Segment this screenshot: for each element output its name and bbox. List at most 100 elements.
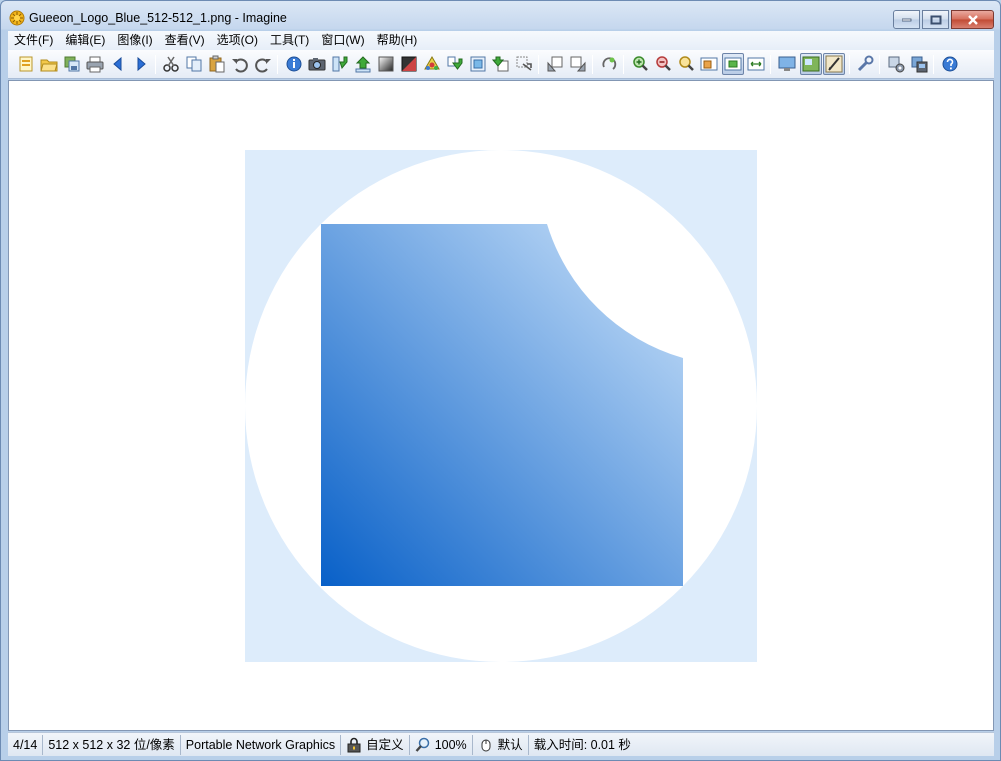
color-adjust-button[interactable]	[423, 55, 441, 73]
flip-left-icon	[547, 56, 563, 72]
settings-button[interactable]	[856, 55, 874, 73]
thumbnail-view-button[interactable]	[800, 53, 822, 75]
status-mode-label: 自定义	[366, 737, 404, 752]
fit-width-icon	[747, 57, 765, 71]
move-up-button[interactable]	[354, 55, 372, 73]
convert-icon	[447, 56, 463, 70]
flip-right-button[interactable]	[569, 55, 587, 73]
thumbnail-view-icon	[802, 56, 820, 72]
negative-icon	[401, 56, 417, 72]
fit-window-button[interactable]	[700, 55, 718, 73]
color-palette-icon	[424, 56, 440, 70]
menu-bar: 文件(F) 编辑(E) 图像(I) 查看(V) 选项(O) 工具(T) 窗口(W…	[8, 31, 994, 50]
menu-edit[interactable]: 编辑(E)	[59, 31, 111, 50]
status-mouse: 默认	[473, 734, 529, 755]
next-button[interactable]	[132, 55, 150, 73]
previous-button[interactable]	[109, 55, 127, 73]
zoom-custom-button[interactable]	[677, 55, 695, 73]
slideshow-button[interactable]	[469, 55, 487, 73]
status-dimensions: 512 x 512 x 32 位/像素	[43, 734, 181, 755]
scissors-icon	[163, 56, 179, 72]
batch-button[interactable]	[491, 55, 510, 73]
image-viewer[interactable]	[8, 80, 994, 731]
status-zoom: 100%	[410, 734, 473, 755]
rotate-button[interactable]	[600, 55, 618, 73]
toolbar-separator	[277, 55, 278, 74]
status-mouse-label: 默认	[497, 737, 523, 752]
menu-image[interactable]: 图像(I)	[111, 31, 158, 50]
convert-button[interactable]	[446, 55, 464, 73]
batch-icon	[491, 56, 509, 72]
menu-window[interactable]: 窗口(W)	[315, 31, 370, 50]
status-bar: 4/14 512 x 512 x 32 位/像素 Portable Networ…	[8, 732, 994, 756]
mouse-icon	[481, 739, 491, 751]
toolbar	[8, 50, 994, 79]
fit-width-button[interactable]	[747, 55, 765, 73]
print-button[interactable]	[86, 55, 104, 73]
copy-button[interactable]	[185, 55, 203, 73]
close-button[interactable]	[951, 10, 994, 29]
grayscale-button[interactable]	[377, 55, 395, 73]
negative-button[interactable]	[400, 55, 418, 73]
zoom-out-icon	[656, 56, 671, 71]
menu-options[interactable]: 选项(O)	[211, 31, 264, 50]
flip-right-icon	[570, 56, 586, 72]
minimize-icon	[901, 18, 911, 21]
close-icon	[967, 14, 978, 25]
minimize-button[interactable]	[893, 10, 920, 29]
menu-view[interactable]: 查看(V)	[159, 31, 211, 50]
menu-file[interactable]: 文件(F)	[8, 31, 59, 50]
paste-button[interactable]	[208, 55, 226, 73]
save-button[interactable]	[63, 55, 81, 73]
status-zoom-label: 100%	[434, 737, 467, 752]
app-window: Gueeon_Logo_Blue_512-512_1.png - Imagine…	[0, 0, 1001, 761]
plugin-button[interactable]	[887, 55, 905, 73]
copy-icon	[186, 56, 202, 72]
capture-button[interactable]	[308, 55, 326, 73]
tools-button[interactable]	[910, 55, 928, 73]
zoom-in-icon	[633, 56, 648, 71]
status-mode: 自定义	[341, 734, 410, 755]
pencil-icon	[825, 55, 843, 73]
plugin-icon	[888, 56, 905, 73]
arrow-left-icon	[113, 56, 122, 72]
arrow-down-green-icon	[332, 56, 348, 72]
help-button[interactable]	[941, 55, 959, 73]
browse-icon	[19, 56, 33, 72]
toolbar-separator	[538, 55, 539, 74]
menu-help[interactable]: 帮助(H)	[371, 31, 424, 50]
save-icon	[64, 56, 80, 72]
maximize-button[interactable]	[922, 10, 949, 29]
menu-tools[interactable]: 工具(T)	[264, 31, 315, 50]
toolbar-separator	[623, 55, 624, 74]
undo-button[interactable]	[231, 55, 249, 73]
zoom-in-button[interactable]	[631, 55, 649, 73]
window-title: Gueeon_Logo_Blue_512-512_1.png - Imagine	[29, 11, 287, 25]
arrow-right-icon	[137, 56, 146, 72]
title-bar[interactable]: Gueeon_Logo_Blue_512-512_1.png - Imagine	[1, 1, 1000, 31]
draw-tool-button[interactable]	[823, 53, 845, 75]
effects-icon	[516, 56, 532, 71]
magnifier-icon	[415, 737, 429, 752]
toolbar-separator	[933, 55, 934, 74]
arrow-up-green-icon	[355, 56, 371, 73]
effects-button[interactable]	[515, 55, 533, 73]
gradient-gray-icon	[378, 56, 394, 72]
redo-button[interactable]	[254, 55, 272, 73]
toolbar-separator	[849, 55, 850, 74]
flip-left-button[interactable]	[546, 55, 564, 73]
zoom-out-button[interactable]	[654, 55, 672, 73]
toolbar-separator	[155, 55, 156, 74]
info-icon	[286, 56, 302, 72]
maximize-icon	[930, 15, 941, 24]
lock-icon	[347, 737, 361, 752]
wrench-icon	[857, 55, 874, 72]
open-button[interactable]	[40, 55, 58, 73]
cut-button[interactable]	[162, 55, 180, 73]
move-down-button[interactable]	[331, 55, 349, 73]
actual-size-button[interactable]	[722, 53, 744, 75]
fullscreen-button[interactable]	[778, 55, 796, 73]
info-button[interactable]	[285, 55, 303, 73]
browse-button[interactable]	[17, 55, 35, 73]
actual-size-icon	[724, 57, 742, 71]
